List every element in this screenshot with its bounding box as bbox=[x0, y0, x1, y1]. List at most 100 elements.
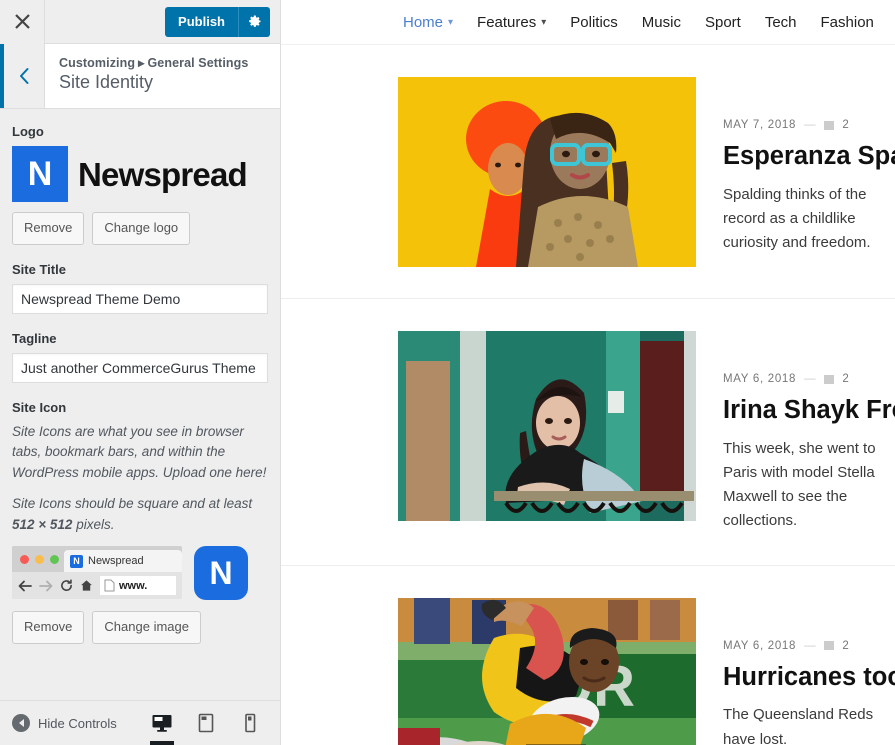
site-icon-desc2-size: 512 × 512 bbox=[12, 516, 73, 532]
comment-icon bbox=[824, 374, 835, 384]
post-thumbnail[interactable] bbox=[398, 331, 696, 521]
customizer-footer: Hide Controls bbox=[0, 700, 280, 745]
nav-item-home[interactable]: Home ▾ bbox=[391, 14, 465, 31]
post-list: MAY 7, 2018 — 2 Esperanza Spalding Spald… bbox=[281, 45, 895, 745]
nav-item-about[interactable]: About bbox=[886, 14, 895, 31]
post-excerpt: The Queensland Reds have lost. bbox=[723, 706, 874, 745]
meta-dash: — bbox=[804, 639, 817, 652]
logo-wordmark: Newspread bbox=[78, 155, 248, 193]
nav-item-fashion[interactable]: Fashion bbox=[809, 14, 886, 31]
post-title[interactable]: Esperanza Spalding bbox=[723, 141, 895, 172]
browser-mockup: N Newspread www. bbox=[12, 546, 182, 600]
tagline-label: Tagline bbox=[12, 330, 57, 346]
remove-logo-button[interactable]: Remove bbox=[12, 212, 85, 245]
post-thumbnail[interactable] bbox=[398, 77, 696, 267]
logo-label: Logo bbox=[12, 124, 44, 139]
post-excerpt: This week, she went to Paris with model … bbox=[723, 439, 876, 530]
change-site-icon-button[interactable]: Change image bbox=[92, 611, 201, 645]
post-thumbnail[interactable]: OR bbox=[398, 597, 696, 745]
window-controls-icon bbox=[20, 555, 59, 565]
site-icon-desc2-pre: Site Icons should be square and at least bbox=[12, 496, 253, 512]
post-item: OR bbox=[281, 564, 895, 745]
device-preview-switcher bbox=[142, 701, 270, 745]
logo-mark-letter: N bbox=[27, 155, 53, 193]
customizer-app: Publish Customizing ▸ General Settings S… bbox=[0, 0, 895, 745]
chevron-down-icon: ▾ bbox=[541, 16, 547, 28]
site-title-field: Site Title bbox=[12, 262, 268, 314]
site-icon-field: Site Icon Site Icons are what you see in… bbox=[12, 399, 268, 645]
post-excerpt: Spalding thinks of the record as a child… bbox=[723, 185, 871, 252]
publish-group: Publish bbox=[165, 6, 270, 37]
reload-icon bbox=[60, 579, 73, 592]
home-icon bbox=[80, 579, 93, 592]
site-icon-description-2: Site Icons should be square and at least… bbox=[12, 494, 268, 535]
comment-count: 2 bbox=[842, 119, 850, 131]
site-icon-label: Site Icon bbox=[12, 399, 67, 415]
comment-icon bbox=[824, 641, 835, 651]
logo-field: Logo N Newspread Remove Change logo bbox=[12, 124, 268, 245]
post-meta: MAY 6, 2018 — 2 bbox=[723, 373, 895, 385]
maximize-dot-icon bbox=[50, 555, 59, 565]
nav-item-sport[interactable]: Sport bbox=[693, 14, 753, 31]
post-item: MAY 7, 2018 — 2 Esperanza Spalding Spald… bbox=[281, 45, 895, 267]
customizer-header: Publish bbox=[0, 0, 280, 44]
post-date: MAY 6, 2018 bbox=[723, 373, 797, 385]
hide-controls-label: Hide Controls bbox=[38, 715, 117, 731]
post-item: MAY 6, 2018 — 2 Irina Shayk From This we… bbox=[281, 298, 895, 534]
device-desktop-button[interactable] bbox=[142, 701, 182, 745]
close-icon[interactable] bbox=[0, 0, 45, 44]
nav-item-tech[interactable]: Tech bbox=[753, 14, 809, 31]
nav-item-music[interactable]: Music bbox=[630, 14, 693, 31]
browser-tab-title: Newspread bbox=[88, 555, 144, 568]
section-header: Customizing ▸ General Settings Site Identi… bbox=[0, 44, 280, 109]
browser-tab: N Newspread bbox=[64, 550, 182, 573]
nav-item-politics[interactable]: Politics bbox=[558, 14, 630, 31]
comment-icon bbox=[824, 120, 835, 130]
site-icon-preview: N Newspread www. N bbox=[12, 546, 268, 601]
tagline-field: Tagline bbox=[12, 331, 268, 383]
logo-preview: N Newspread bbox=[12, 146, 268, 202]
tagline-input[interactable] bbox=[12, 352, 268, 383]
breadcrumb-separator: ▸ bbox=[138, 56, 145, 70]
site-icon-large-preview: N bbox=[194, 546, 248, 601]
customizer-sidebar: Publish Customizing ▸ General Settings S… bbox=[0, 0, 281, 745]
url-text: www. bbox=[119, 579, 148, 592]
comment-count: 2 bbox=[842, 373, 850, 385]
nav-item-label: Home bbox=[403, 13, 444, 31]
post-meta: MAY 6, 2018 — 2 bbox=[723, 640, 895, 652]
page-icon bbox=[104, 579, 115, 592]
forward-arrow-icon bbox=[39, 580, 53, 592]
browser-tabbar: N Newspread bbox=[12, 546, 182, 573]
site-navigation: Home ▾ Features ▾ Politics Music Sport T… bbox=[281, 0, 895, 45]
post-date: MAY 6, 2018 bbox=[723, 639, 797, 652]
site-preview: Home ▾ Features ▾ Politics Music Sport T… bbox=[281, 0, 895, 745]
gear-icon[interactable] bbox=[238, 6, 270, 37]
meta-dash: — bbox=[804, 119, 817, 131]
nav-item-features[interactable]: Features ▾ bbox=[465, 14, 558, 31]
meta-dash: — bbox=[804, 373, 817, 385]
post-content: MAY 7, 2018 — 2 Esperanza Spalding Spald… bbox=[696, 77, 895, 255]
device-tablet-button[interactable] bbox=[186, 701, 226, 745]
logo-buttons: Remove Change logo bbox=[12, 212, 268, 245]
breadcrumb-root: Customizing bbox=[59, 56, 136, 70]
post-meta: MAY 7, 2018 — 2 bbox=[723, 119, 895, 131]
close-dot-icon bbox=[20, 555, 29, 565]
site-title-input[interactable] bbox=[12, 283, 268, 314]
site-icon-description-1: Site Icons are what you see in browser t… bbox=[12, 423, 267, 480]
device-mobile-button[interactable] bbox=[230, 701, 270, 745]
logo-mark-icon: N bbox=[12, 146, 68, 202]
minimize-dot-icon bbox=[35, 555, 44, 565]
page-title: Site Identity bbox=[59, 72, 154, 92]
back-button[interactable] bbox=[0, 44, 45, 108]
post-title[interactable]: Hurricanes too good bbox=[723, 662, 895, 693]
browser-urlbar: www. bbox=[12, 572, 182, 600]
collapse-icon bbox=[12, 714, 30, 732]
publish-button[interactable]: Publish bbox=[165, 6, 238, 37]
change-logo-button[interactable]: Change logo bbox=[92, 212, 191, 245]
breadcrumb: Customizing ▸ General Settings bbox=[59, 55, 248, 70]
hide-controls-button[interactable]: Hide Controls bbox=[12, 714, 117, 732]
remove-site-icon-button[interactable]: Remove bbox=[12, 611, 85, 645]
post-title[interactable]: Irina Shayk From bbox=[723, 395, 895, 426]
favicon-icon: N bbox=[70, 554, 83, 568]
section-titles: Customizing ▸ General Settings Site Identi… bbox=[45, 44, 248, 108]
